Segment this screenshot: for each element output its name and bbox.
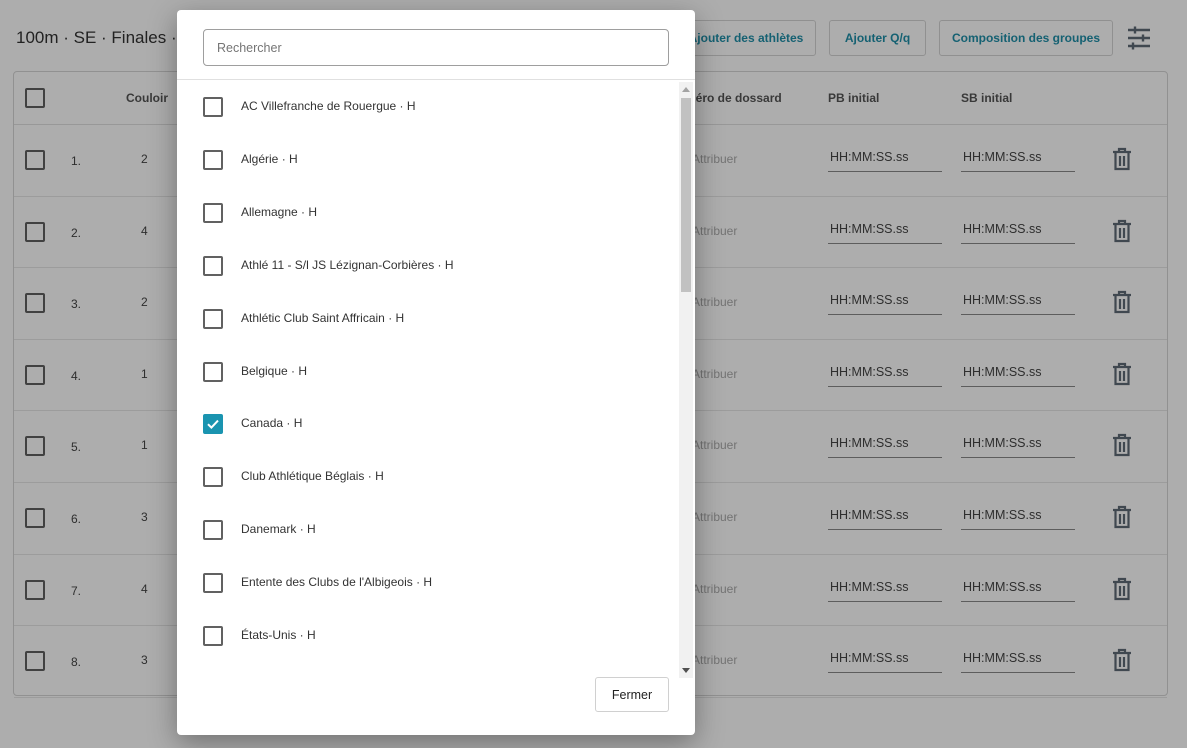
- club-list: AC Villefranche de Rouergue · H Algérie ·…: [177, 80, 679, 677]
- club-list-item[interactable]: Entente des Clubs de l'Albigeois · H: [177, 556, 679, 609]
- checkmark-icon: [207, 420, 219, 430]
- club-list-item[interactable]: Algérie · H: [177, 133, 679, 186]
- club-checkbox[interactable]: [203, 573, 223, 594]
- club-checkbox[interactable]: [203, 202, 223, 223]
- club-list-item[interactable]: Athlétic Club Saint Affricain · H: [177, 292, 679, 345]
- club-label: AC Villefranche de Rouergue · H: [241, 99, 416, 113]
- scroll-up-arrow[interactable]: [682, 87, 690, 92]
- club-checkbox[interactable]: [203, 149, 223, 170]
- club-list-item[interactable]: Club Athlétique Béglais · H: [177, 450, 679, 503]
- club-label: Algérie · H: [241, 151, 298, 166]
- club-label: Canada · H: [241, 416, 303, 431]
- club-label: Athlétic Club Saint Affricain · H: [241, 310, 405, 325]
- club-label: Entente des Clubs de l'Albigeois · H: [241, 575, 433, 590]
- club-checkbox[interactable]: [203, 414, 223, 435]
- club-label: Belgique · H: [241, 363, 308, 378]
- club-list-item[interactable]: Allemagne · H: [177, 186, 679, 239]
- club-checkbox[interactable]: [203, 626, 223, 646]
- club-list-item[interactable]: Athlé 11 - S/l JS Lézignan-Corbières · H: [177, 239, 679, 292]
- club-checkbox[interactable]: [203, 467, 223, 488]
- club-list-item[interactable]: Danemark · H: [177, 503, 679, 556]
- club-label: Danemark · H: [241, 522, 316, 537]
- scroll-down-arrow[interactable]: [682, 668, 690, 673]
- club-selection-dialog: AC Villefranche de Rouergue · H Algérie ·…: [177, 10, 695, 735]
- club-label: Club Athlétique Béglais · H: [241, 469, 384, 484]
- club-checkbox[interactable]: [203, 97, 223, 117]
- close-button[interactable]: Fermer: [595, 677, 669, 712]
- search-input[interactable]: [203, 29, 669, 66]
- club-list-item[interactable]: Canada · H: [177, 397, 679, 450]
- club-label: Athlé 11 - S/l JS Lézignan-Corbières · H: [241, 257, 454, 272]
- club-list-item[interactable]: Belgique · H: [177, 345, 679, 398]
- club-checkbox[interactable]: [203, 308, 223, 329]
- club-label: États-Unis · H: [241, 628, 316, 642]
- scrollbar-thumb[interactable]: [681, 98, 691, 292]
- club-checkbox[interactable]: [203, 255, 223, 276]
- list-scrollbar[interactable]: [679, 82, 693, 678]
- club-label: Allemagne · H: [241, 204, 318, 219]
- club-list-item[interactable]: États-Unis · H: [177, 609, 679, 662]
- club-checkbox[interactable]: [203, 361, 223, 382]
- club-checkbox[interactable]: [203, 520, 223, 541]
- club-list-item[interactable]: AC Villefranche de Rouergue · H: [177, 80, 679, 133]
